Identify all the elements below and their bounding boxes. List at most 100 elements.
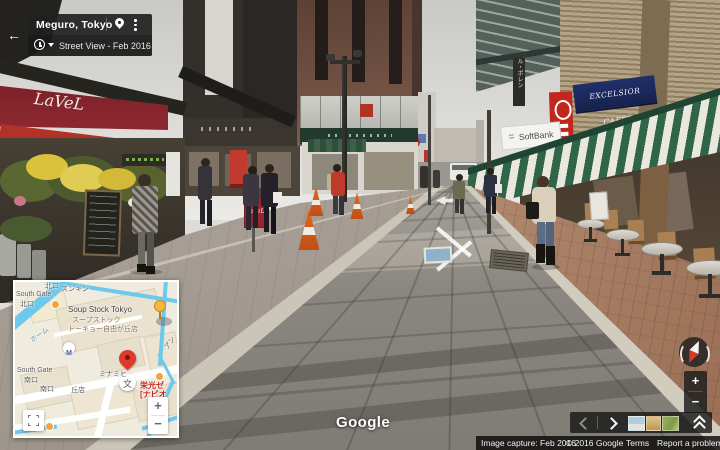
window-slot — [352, 0, 365, 82]
map-zoom-control: + − — [148, 397, 168, 434]
person-leg — [271, 207, 276, 234]
person-body — [198, 166, 212, 200]
pano-nav-bar — [570, 412, 712, 434]
pink-flowers — [14, 196, 26, 206]
chalkboard-sign — [82, 189, 123, 257]
person — [194, 158, 216, 228]
person-leg — [138, 232, 145, 266]
thumbnail-imagery[interactable] — [646, 416, 661, 431]
softbank-text: SoftBank — [518, 129, 554, 143]
shopping-bag — [495, 184, 502, 193]
next-pano-button[interactable] — [603, 414, 621, 431]
cafe-table — [641, 242, 683, 278]
zoom-in-button[interactable]: + — [684, 371, 707, 391]
collapse-control[interactable] — [690, 413, 708, 434]
white-banner — [166, 152, 180, 196]
table-base — [615, 253, 630, 256]
person-boot — [546, 246, 555, 265]
person-jeans — [546, 222, 554, 247]
map-label: ホーム — [29, 326, 51, 345]
tile-plaque — [423, 246, 453, 264]
map-label: South Gate — [17, 367, 53, 374]
window-slot — [315, 0, 328, 80]
table-base — [699, 294, 720, 298]
person-body — [243, 174, 259, 206]
shopping-bag — [273, 192, 282, 203]
vertical-sign: ル・ボレン — [513, 58, 525, 106]
table-base — [584, 239, 597, 242]
person-head — [265, 164, 274, 173]
streetview-row[interactable]: Street View - Feb 2016 — [28, 35, 152, 56]
location-panel: Meguro, Tokyo Street View - Feb 2016 — [28, 14, 152, 56]
green-awning — [308, 139, 366, 152]
map-zoom-out-button[interactable]: − — [148, 416, 168, 433]
clock-history-icon — [34, 39, 45, 50]
table-base — [652, 271, 671, 275]
minimap[interactable]: M 文 北口 スンキン South Gate 北口 Soup Stock Tok… — [13, 280, 179, 438]
clock-hand — [39, 45, 42, 47]
copyright-notice: © 2016 Google — [566, 438, 624, 448]
pin-hole — [118, 21, 121, 24]
map-fullscreen-button[interactable] — [23, 410, 44, 431]
google-watermark: Google — [336, 414, 391, 431]
map-label: トーキョー自由が丘店 — [68, 326, 138, 333]
lamp-head — [326, 54, 335, 61]
minimap-canvas[interactable]: M 文 北口 スンキン South Gate 北口 Soup Stock Tok… — [15, 282, 177, 436]
back-arrow-icon[interactable]: ← — [4, 27, 24, 43]
building-center-brick — [297, 0, 422, 146]
person — [481, 168, 502, 216]
thumbnail-map[interactable] — [628, 416, 645, 431]
image-capture-date: Image capture: Feb 2016 — [481, 438, 576, 448]
streetview-date: Street View - Feb 2016 — [59, 41, 151, 51]
zoom-out-button[interactable]: − — [684, 392, 707, 412]
chevron-right-icon — [605, 417, 618, 430]
distant-buildings-far — [434, 128, 478, 164]
map-zoom-in-button[interactable]: + — [148, 397, 168, 415]
table-leg — [708, 274, 712, 295]
map-label: ミナミヒ — [99, 371, 127, 378]
building-mid-left — [183, 0, 300, 125]
place-pin-icon[interactable] — [113, 16, 126, 31]
report-problem-link[interactable]: Report a problem — [657, 438, 720, 448]
person — [450, 174, 468, 216]
drain-grate — [489, 249, 529, 272]
panel-divider — [106, 18, 107, 31]
three-dot-menu-icon[interactable] — [131, 18, 139, 32]
vertical-sign-text: ル・ボレン — [516, 58, 522, 88]
person-pair — [240, 164, 282, 236]
search-result-pin[interactable] — [154, 300, 172, 328]
dot — [134, 23, 137, 26]
map-label: 丘店 — [71, 387, 85, 394]
dot — [134, 19, 137, 22]
person-leg — [253, 206, 258, 228]
softbank-logo: = — [508, 131, 515, 143]
person-leg — [333, 196, 338, 214]
menu-stand — [589, 191, 609, 221]
map-label: Soup Stock Tokyo — [68, 305, 132, 314]
dot — [134, 28, 137, 31]
compass[interactable] — [679, 337, 710, 367]
poi-dot — [45, 422, 54, 431]
person-body — [453, 181, 465, 199]
thumbnail-satellite[interactable] — [662, 416, 679, 431]
person-leg — [339, 196, 344, 215]
chevron-left-icon — [579, 417, 592, 430]
person-leg — [200, 200, 205, 224]
person-leg — [460, 199, 464, 214]
prev-pano-button[interactable] — [576, 415, 592, 430]
person-red-jacket — [326, 164, 348, 220]
map-label: 北口 — [45, 283, 59, 290]
red-mini-sign — [360, 104, 373, 117]
person-leg — [246, 206, 251, 230]
pin-dot — [125, 355, 130, 360]
green-lettering — [126, 158, 164, 161]
map-label: 南口 — [40, 386, 54, 393]
person-head — [487, 168, 494, 175]
lamp-head — [353, 50, 362, 57]
person-coat — [132, 186, 158, 234]
person-distant — [433, 170, 440, 188]
fascia-lettering — [328, 134, 392, 137]
nav-divider — [597, 416, 598, 429]
terms-link[interactable]: Terms — [626, 438, 649, 448]
person-head — [333, 164, 341, 172]
